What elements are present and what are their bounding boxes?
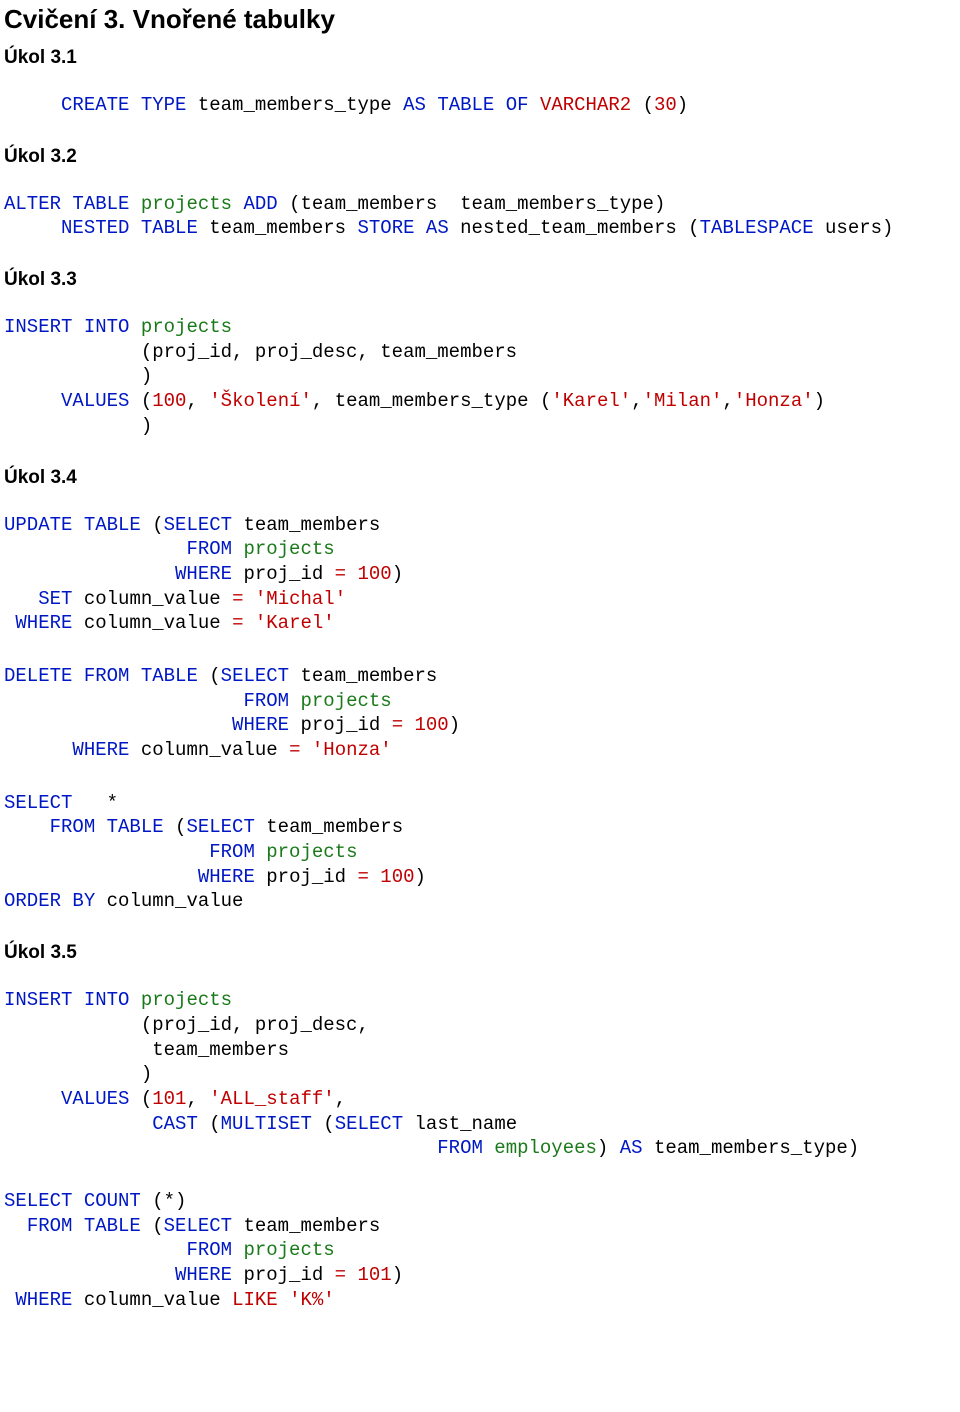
task-3-3-heading: Úkol 3.3 bbox=[4, 269, 956, 291]
code-block-3-3: INSERT INTO projects (proj_id, proj_desc… bbox=[4, 315, 956, 438]
code-block-3-4c: SELECT * FROM TABLE (SELECT team_members… bbox=[4, 791, 956, 914]
task-3-1-heading: Úkol 3.1 bbox=[4, 47, 956, 69]
code-block-3-5b: SELECT COUNT (*) FROM TABLE (SELECT team… bbox=[4, 1189, 956, 1312]
task-3-2-heading: Úkol 3.2 bbox=[4, 146, 956, 168]
code-block-3-4b: DELETE FROM TABLE (SELECT team_members F… bbox=[4, 664, 956, 763]
task-3-5-heading: Úkol 3.5 bbox=[4, 942, 956, 964]
task-3-4-heading: Úkol 3.4 bbox=[4, 467, 956, 489]
code-block-3-2: ALTER TABLE projects ADD (team_members t… bbox=[4, 192, 956, 241]
exercise-title: Cvičení 3. Vnořené tabulky bbox=[4, 4, 956, 35]
code-block-3-4a: UPDATE TABLE (SELECT team_members FROM p… bbox=[4, 513, 956, 636]
code-block-3-1: CREATE TYPE team_members_type AS TABLE O… bbox=[4, 93, 956, 118]
code-block-3-5a: INSERT INTO projects (proj_id, proj_desc… bbox=[4, 988, 956, 1161]
